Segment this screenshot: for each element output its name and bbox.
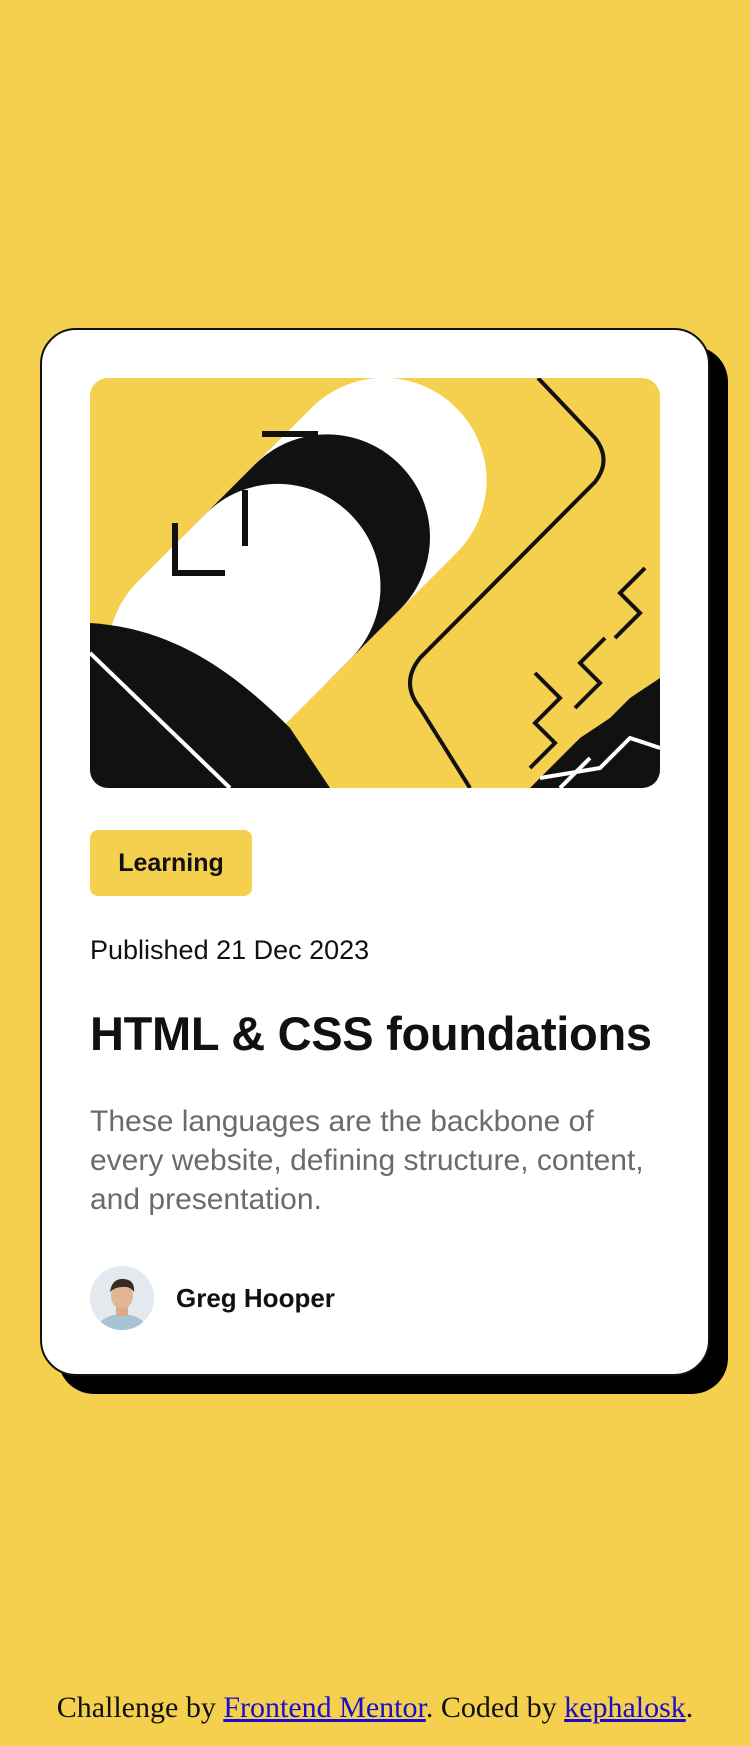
author-name: Greg Hooper — [176, 1282, 335, 1313]
published-date: Published 21 Dec 2023 — [90, 935, 370, 965]
attribution-suffix: . — [685, 1691, 694, 1724]
attribution-prefix: Challenge by — [56, 1691, 224, 1724]
hero-illustration — [90, 378, 660, 788]
attribution-middle: . Coded by — [425, 1691, 565, 1724]
avatar — [90, 1266, 154, 1330]
attribution: Challenge by Frontend Mentor. Coded by k… — [0, 1688, 750, 1728]
person-avatar-icon — [90, 1266, 154, 1330]
card-description: These languages are the backbone of ever… — [90, 1105, 644, 1216]
frontend-mentor-link[interactable]: Frontend Mentor — [223, 1691, 426, 1724]
card-title[interactable]: HTML & CSS foundations — [90, 1002, 670, 1066]
author: Greg Hooper — [90, 1266, 335, 1330]
blog-preview-card: Learning Published 21 Dec 2023 HTML & CS… — [40, 328, 710, 1376]
author-link[interactable]: kephalosk — [564, 1691, 686, 1724]
category-tag: Learning — [90, 830, 252, 896]
